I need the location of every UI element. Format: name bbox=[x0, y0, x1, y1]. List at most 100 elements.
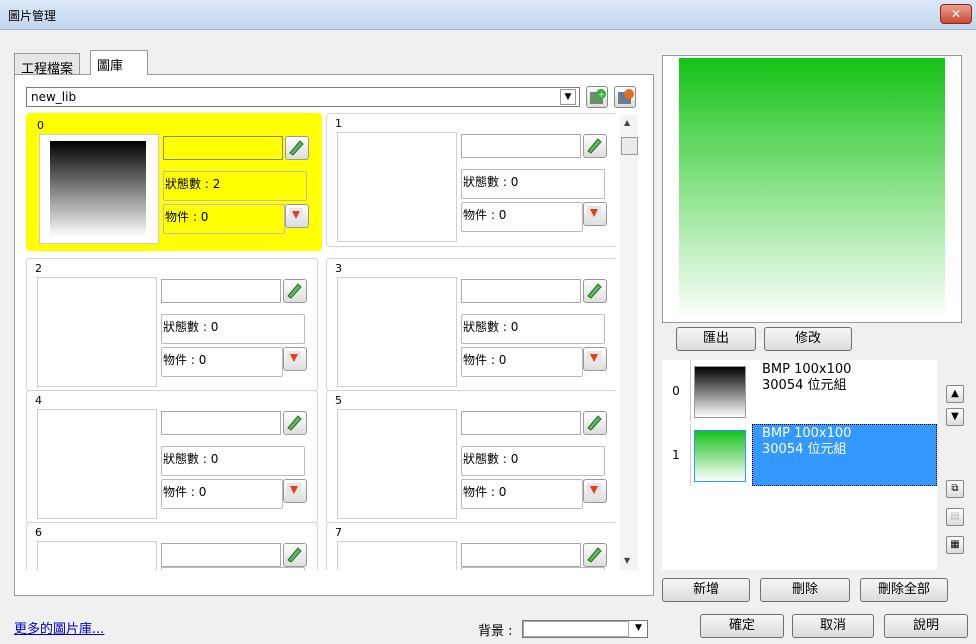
grid-cell-4[interactable]: 4 狀態數 : 0 物件 : 0 bbox=[26, 390, 318, 524]
delete-arrow-icon bbox=[587, 351, 601, 365]
modify-button[interactable]: 修改 bbox=[764, 327, 852, 351]
close-button[interactable]: ✕ bbox=[940, 4, 972, 24]
edit-button[interactable] bbox=[583, 543, 607, 567]
delete-picture-button[interactable] bbox=[285, 204, 309, 228]
list-item-info: BMP 100x100 30054 位元組 bbox=[762, 362, 851, 394]
checkerboard-icon: ▦ bbox=[950, 539, 960, 550]
cell-thumbnail bbox=[37, 277, 157, 387]
scroll-down-icon[interactable]: ▼ bbox=[624, 556, 630, 565]
delete-all-button[interactable]: 刪除全部 bbox=[860, 578, 948, 602]
object-count: 物件 : 0 bbox=[461, 479, 583, 509]
state-count: 狀態數 : 0 bbox=[161, 446, 305, 476]
edit-button[interactable] bbox=[283, 411, 307, 435]
add-button[interactable]: 新增 bbox=[662, 578, 750, 602]
edit-button[interactable] bbox=[583, 134, 607, 158]
background-color-swatch bbox=[523, 621, 629, 637]
state-count: 狀態數 : 2 bbox=[163, 171, 307, 201]
delete-picture-button[interactable] bbox=[583, 202, 607, 226]
object-count: 物件 : 0 bbox=[461, 347, 583, 377]
title-bar bbox=[0, 0, 976, 30]
list-item[interactable]: 0 BMP 100x100 30054 位元組 bbox=[662, 360, 937, 422]
cell-thumbnail bbox=[37, 541, 157, 570]
list-item-selected[interactable]: 1 BMP 100x100 30054 位元組 bbox=[662, 424, 937, 486]
delete-picture-button[interactable] bbox=[583, 479, 607, 503]
help-button[interactable]: 說明 bbox=[884, 614, 968, 638]
grid-cell-5[interactable]: 5 狀態數 : 0 物件 : 0 bbox=[326, 390, 616, 524]
state-count: 狀態數 : 0 bbox=[461, 567, 605, 570]
pencil-icon bbox=[587, 415, 602, 431]
edit-button[interactable] bbox=[583, 411, 607, 435]
move-up-button[interactable]: ▲ bbox=[946, 385, 964, 403]
picture-grid: 0 狀態數 : 2 物件 : 0 1 狀態數 : 0 物件 : 0 2 狀態數 … bbox=[26, 113, 616, 570]
dropdown-arrow-icon[interactable]: ▼ bbox=[560, 89, 576, 105]
background-color-select[interactable]: ▼ bbox=[522, 620, 648, 638]
cell-thumbnail bbox=[37, 409, 157, 519]
state-count: 狀態數 : 0 bbox=[461, 169, 605, 199]
pencil-icon bbox=[587, 547, 602, 563]
list-item-index: 0 bbox=[662, 360, 691, 422]
edit-button[interactable] bbox=[283, 543, 307, 567]
delete-button[interactable]: 刪除 bbox=[760, 578, 850, 602]
object-count: 物件 : 0 bbox=[163, 204, 285, 234]
export-button[interactable]: 匯出 bbox=[676, 327, 756, 351]
object-count: 物件 : 0 bbox=[461, 202, 583, 232]
edit-button[interactable] bbox=[283, 279, 307, 303]
grid-scrollbar[interactable] bbox=[620, 115, 638, 570]
copy-icon: ⧉ bbox=[951, 483, 959, 494]
list-item-thumbnail bbox=[694, 366, 746, 418]
tab-gallery[interactable]: 圖庫 bbox=[90, 50, 148, 75]
cell-name-field[interactable] bbox=[163, 136, 283, 160]
transparency-button[interactable]: ▦ bbox=[946, 536, 964, 554]
arrow-up-icon: ▲ bbox=[951, 388, 959, 399]
grid-cell-1[interactable]: 1 狀態數 : 0 物件 : 0 bbox=[326, 113, 616, 247]
delete-picture-button[interactable] bbox=[283, 347, 307, 371]
scroll-thumb[interactable] bbox=[621, 137, 638, 155]
library-select[interactable]: new_lib bbox=[26, 87, 580, 107]
window-title: 圖片管理 bbox=[8, 9, 57, 23]
grid-cell-0[interactable]: 0 狀態數 : 2 物件 : 0 bbox=[26, 113, 322, 251]
grid-cell-7[interactable]: 7 狀態數 : 0 bbox=[326, 522, 616, 570]
paste-button[interactable]: ▤ bbox=[946, 508, 964, 526]
grid-cell-6[interactable]: 6 狀態數 : 0 bbox=[26, 522, 318, 570]
cell-name-field[interactable] bbox=[161, 543, 281, 567]
copy-button[interactable]: ⧉ bbox=[946, 480, 964, 498]
state-count: 狀態數 : 0 bbox=[161, 314, 305, 344]
delete-picture-button[interactable] bbox=[583, 347, 607, 371]
cell-name-field[interactable] bbox=[161, 411, 281, 435]
pencil-icon bbox=[287, 283, 302, 299]
grid-cell-2[interactable]: 2 狀態數 : 0 物件 : 0 bbox=[26, 258, 318, 392]
delete-picture-button[interactable] bbox=[283, 479, 307, 503]
list-item-size: 30054 位元組 bbox=[762, 378, 847, 393]
dropdown-arrow-icon: ▼ bbox=[635, 623, 642, 633]
cell-name-field[interactable] bbox=[461, 279, 581, 303]
cell-name-field[interactable] bbox=[161, 279, 281, 303]
cell-index: 4 bbox=[35, 394, 42, 407]
cell-index: 3 bbox=[335, 262, 342, 275]
list-item-format: BMP 100x100 bbox=[762, 426, 852, 441]
edit-button[interactable] bbox=[285, 136, 309, 160]
background-label: 背景 : bbox=[478, 624, 513, 639]
list-item-index: 1 bbox=[662, 424, 691, 486]
tab-project-files[interactable]: 工程檔案 bbox=[14, 53, 81, 77]
cell-name-field[interactable] bbox=[461, 543, 581, 567]
cancel-button[interactable]: 取消 bbox=[792, 614, 874, 638]
more-libraries-link[interactable]: 更多的圖片庫... bbox=[14, 618, 104, 637]
object-count: 物件 : 0 bbox=[161, 479, 283, 509]
cell-name-field[interactable] bbox=[461, 411, 581, 435]
delete-arrow-icon bbox=[287, 483, 301, 497]
cell-name-field[interactable] bbox=[461, 134, 581, 158]
state-count: 狀態數 : 0 bbox=[461, 314, 605, 344]
move-down-button[interactable]: ▼ bbox=[946, 408, 964, 426]
import-library-button[interactable]: + bbox=[586, 86, 608, 108]
edit-button[interactable] bbox=[583, 279, 607, 303]
list-item-info: BMP 100x100 30054 位元組 bbox=[762, 426, 851, 458]
ok-button[interactable]: 確定 bbox=[700, 614, 784, 638]
delete-arrow-icon bbox=[587, 483, 601, 497]
delete-library-button[interactable] bbox=[614, 86, 636, 108]
cell-index: 1 bbox=[335, 117, 342, 130]
pencil-icon bbox=[587, 138, 602, 154]
delete-arrow-icon bbox=[289, 208, 303, 222]
arrow-down-icon: ▼ bbox=[951, 411, 959, 422]
scroll-up-icon[interactable]: ▲ bbox=[624, 118, 630, 127]
grid-cell-3[interactable]: 3 狀態數 : 0 物件 : 0 bbox=[326, 258, 616, 392]
